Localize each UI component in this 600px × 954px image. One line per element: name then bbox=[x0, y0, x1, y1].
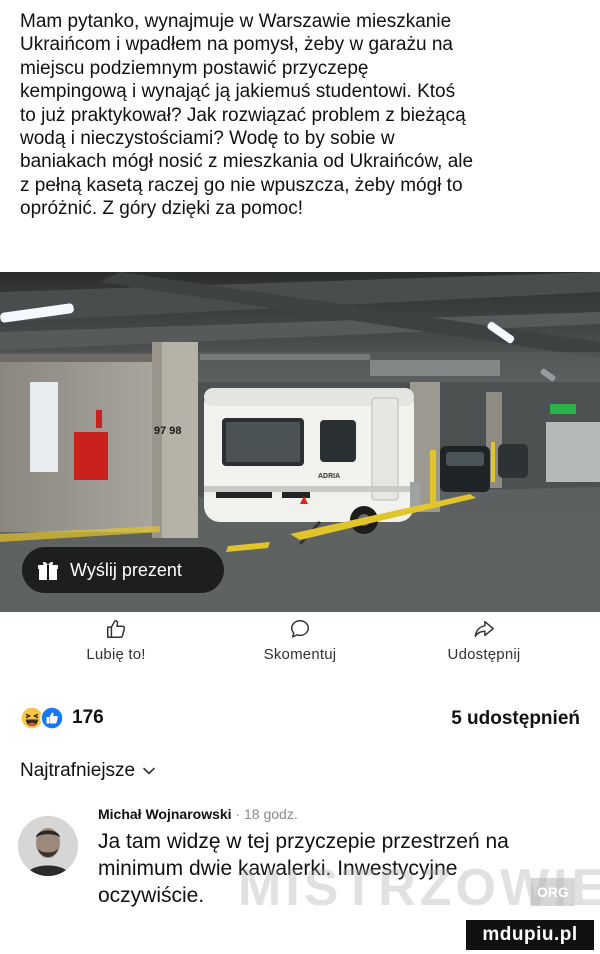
post-text-line: to już praktykował? Jak rozwiązać proble… bbox=[20, 104, 466, 126]
caravan-brand-label: ADRIA bbox=[318, 473, 340, 480]
post-text-line: wodą i nieczystościami? Wodę to by sobie… bbox=[20, 128, 395, 150]
watermark-mdupiu-badge: mdupiu.pl bbox=[466, 920, 594, 950]
comment-time[interactable]: 18 godz. bbox=[244, 806, 298, 822]
comment-author[interactable]: Michał Wojnarowski bbox=[98, 806, 232, 822]
post-text-line: opróżnić. Z góry dzięki za pomoc! bbox=[20, 198, 304, 220]
post-action-bar: Lubię to! Skomentuj Udostępnij bbox=[0, 618, 600, 684]
avatar[interactable] bbox=[18, 816, 78, 876]
comment-separator: · bbox=[235, 806, 241, 822]
reaction-summary[interactable]: 176 bbox=[20, 706, 104, 730]
post-text-line: Ukraińcom i wpadłem na pomysł, żeby w ga… bbox=[20, 34, 453, 56]
post-stats: 176 5 udostępnień bbox=[0, 706, 600, 734]
like-label: Lubię to! bbox=[86, 646, 146, 663]
comment-sort-dropdown[interactable]: Najtrafniejsze bbox=[20, 760, 155, 782]
share-button[interactable]: Udostępnij bbox=[404, 618, 564, 663]
comment-header: Michał Wojnarowski · 18 godz. bbox=[98, 806, 588, 822]
send-gift-button[interactable]: Wyślij prezent bbox=[22, 547, 224, 593]
send-gift-label: Wyślij prezent bbox=[70, 559, 182, 580]
comment-bubble-icon bbox=[291, 620, 309, 638]
post-text-line: miejscu podziemnym postawić przyczepę bbox=[20, 57, 369, 79]
commenter-avatar-image bbox=[18, 816, 78, 876]
comment-button[interactable]: Skomentuj bbox=[220, 618, 380, 663]
post-text: Mam pytanko, wynajmuje w Warszawie miesz… bbox=[20, 10, 586, 221]
comment-sort-label: Najtrafniejsze bbox=[20, 760, 136, 781]
caravan-illustration: ADRIA bbox=[204, 388, 420, 546]
comment-text-line: Ja tam widzę w tej przyczepie przestrzeń… bbox=[98, 830, 509, 853]
watermark-org: ORG bbox=[531, 878, 575, 906]
like-reaction-icon bbox=[40, 706, 64, 730]
share-count[interactable]: 5 udostępnień bbox=[451, 708, 580, 730]
post-text-line: z pełną kasetą raczej go nie wpuszcza, ż… bbox=[20, 174, 463, 196]
reaction-count: 176 bbox=[72, 707, 104, 728]
post-text-line: baniakach mógł nosić z mieszkania od Ukr… bbox=[20, 151, 474, 173]
share-label: Udostępnij bbox=[447, 646, 521, 663]
like-button[interactable]: Lubię to! bbox=[36, 618, 196, 663]
parking-number-label: 97 98 bbox=[154, 425, 182, 437]
post-text-line: kempingową i wynająć ją jakiemuś student… bbox=[20, 81, 456, 103]
comment-label: Skomentuj bbox=[263, 646, 337, 663]
thumbs-up-icon bbox=[107, 620, 126, 638]
chevron-down-icon bbox=[143, 767, 155, 775]
share-arrow-icon bbox=[474, 620, 494, 638]
post-text-line: Mam pytanko, wynajmuje w Warszawie miesz… bbox=[20, 11, 452, 32]
gift-icon bbox=[38, 561, 58, 580]
